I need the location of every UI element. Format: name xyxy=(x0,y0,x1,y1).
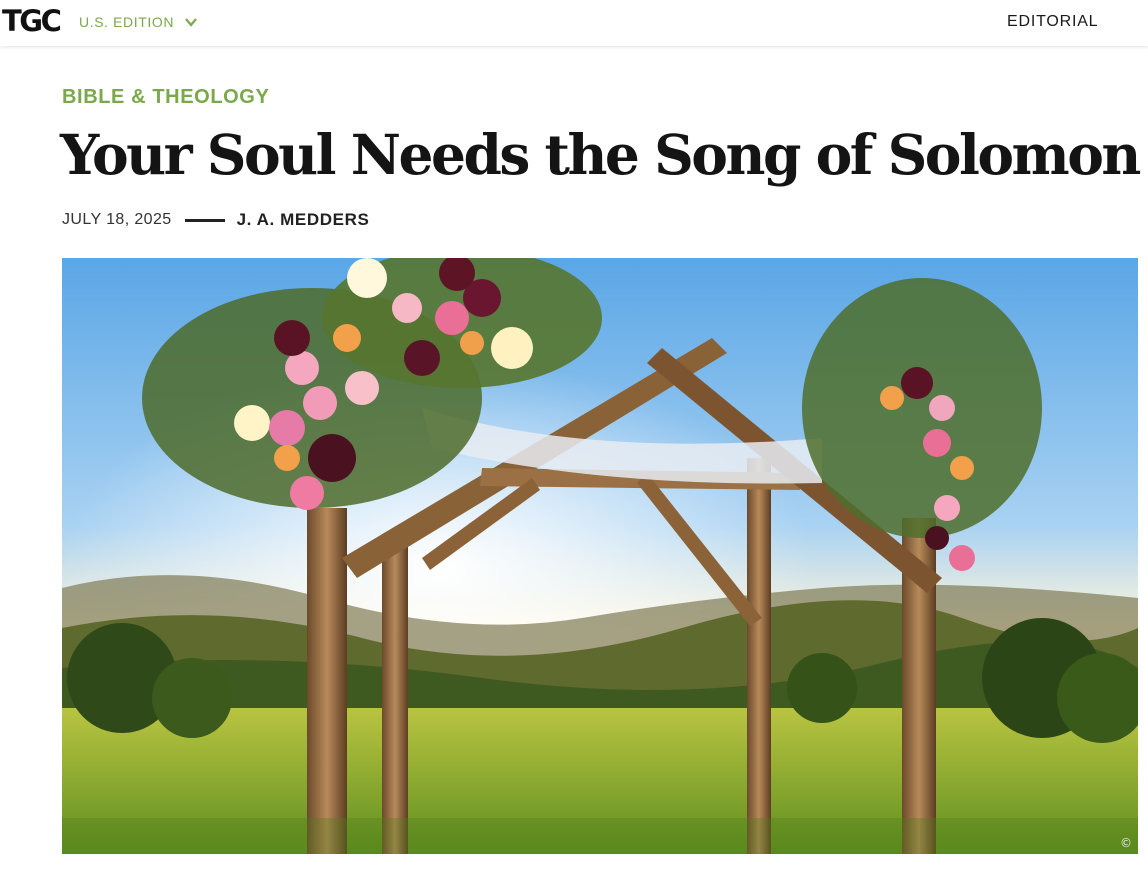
article-category-link[interactable]: BIBLE & THEOLOGY xyxy=(62,86,269,109)
wedding-arch-photo xyxy=(62,258,1138,854)
edition-label: U.S. EDITION xyxy=(79,14,175,30)
meta-divider xyxy=(184,218,225,222)
nav-editorial-link[interactable]: EDITORIAL xyxy=(1007,13,1098,31)
author-link[interactable]: J. A. MEDDERS xyxy=(237,210,370,230)
top-navigation-bar: TGC U.S. EDITION EDITORIAL xyxy=(0,0,1148,46)
hero-image: © xyxy=(62,258,1138,854)
publish-date: JULY 18, 2025 xyxy=(62,211,172,228)
edition-selector[interactable]: U.S. EDITION xyxy=(79,14,198,30)
tgc-logo[interactable]: TGC xyxy=(2,5,62,37)
copyright-icon[interactable]: © xyxy=(1120,836,1132,850)
article-meta: JULY 18, 2025 J. A. MEDDERS xyxy=(62,210,369,230)
chevron-down-icon xyxy=(185,18,197,27)
article-title: Your Soul Needs the Song of Solomon xyxy=(60,122,1141,187)
